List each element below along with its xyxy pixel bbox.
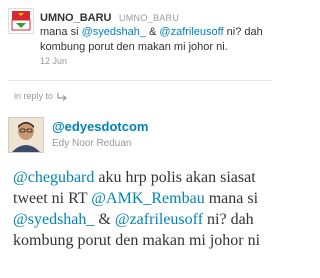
main-text-part: &: [94, 211, 115, 228]
divider: [8, 80, 272, 81]
reply-tweet: UMNO_BARU UMNO_BARU mana si @syedshah_ &…: [0, 0, 280, 102]
in-reply-to-label: in reply to: [14, 91, 54, 101]
reply-date[interactable]: 12 Jun: [40, 56, 67, 66]
main-handle[interactable]: @edyesdotcom: [52, 119, 148, 134]
mention-link[interactable]: @syedshah_: [82, 26, 146, 38]
main-tweet-text: @chegubard aku hrp polis akan siasat twe…: [13, 167, 278, 251]
mention-link[interactable]: @AMK_Rembau: [91, 190, 204, 207]
edy-avatar[interactable]: [8, 117, 44, 153]
mention-link[interactable]: @zafrileusoff: [159, 26, 223, 38]
main-display-name: Edy Noor Reduan: [52, 138, 132, 149]
main-text-part: mana si: [204, 190, 259, 207]
reply-text-prefix: mana si: [40, 26, 82, 38]
mention-link[interactable]: @syedshah_: [13, 211, 94, 228]
reply-username[interactable]: UMNO_BARU: [40, 12, 112, 24]
mention-link[interactable]: @chegubard: [13, 169, 94, 186]
umno-logo-icon: [9, 9, 33, 33]
reply-tweet-text: mana si @syedshah_ & @zafrileusoff ni? d…: [40, 25, 276, 55]
reply-arrow-icon: [57, 93, 67, 102]
in-reply-to[interactable]: in reply to: [14, 91, 68, 102]
umno-avatar[interactable]: [8, 8, 34, 34]
reply-tweet-header: UMNO_BARU UMNO_BARU: [40, 8, 179, 26]
avatar-photo-icon: [9, 118, 43, 152]
reply-text-mid: &: [145, 26, 160, 38]
mention-link[interactable]: @zafrileusoff: [115, 211, 203, 228]
reply-handle[interactable]: UMNO_BARU: [119, 13, 179, 23]
